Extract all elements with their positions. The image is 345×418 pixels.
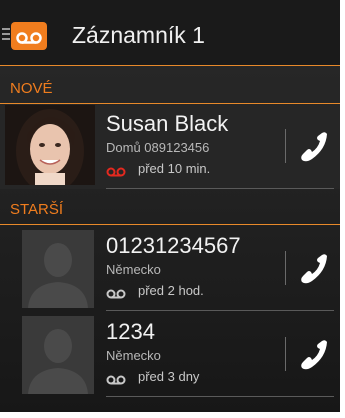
row-divider bbox=[106, 188, 334, 189]
message-time: před 10 min. bbox=[138, 161, 211, 176]
contact-avatar-placeholder bbox=[22, 316, 94, 394]
message-time: před 3 dny bbox=[138, 369, 200, 384]
section-label-older: STARŠÍ bbox=[10, 201, 64, 218]
voicemail-icon bbox=[106, 286, 126, 299]
contact-photo bbox=[5, 105, 95, 185]
message-row[interactable]: 1234 Německo před 3 dny bbox=[0, 313, 340, 397]
contact-name: 01231234567 bbox=[106, 233, 241, 258]
voicemail-screen: Záznamník 1 NOVÉ Susan Black Domů 089123… bbox=[0, 0, 340, 412]
contact-number: Domů 089123456 bbox=[106, 140, 210, 155]
page-title: Záznamník 1 bbox=[72, 22, 205, 48]
row-divider bbox=[106, 396, 334, 397]
voicemail-icon bbox=[106, 164, 126, 177]
section-label-new: NOVÉ bbox=[10, 80, 53, 97]
phone-icon bbox=[301, 254, 327, 284]
message-row[interactable]: Susan Black Domů 089123456 před 10 min. bbox=[0, 105, 340, 189]
divider bbox=[285, 337, 286, 371]
phone-icon bbox=[301, 340, 327, 370]
row-divider bbox=[106, 310, 334, 311]
message-time: před 2 hod. bbox=[138, 283, 204, 298]
contact-name: 1234 bbox=[106, 319, 155, 344]
voicemail-app-icon bbox=[11, 22, 47, 50]
divider bbox=[285, 129, 286, 163]
menu-icon[interactable] bbox=[2, 28, 10, 42]
contact-location: Německo bbox=[106, 348, 161, 363]
contact-avatar-placeholder bbox=[22, 230, 94, 308]
call-button[interactable] bbox=[294, 335, 330, 375]
section-header-new: NOVÉ bbox=[0, 72, 340, 104]
section-header-older: STARŠÍ bbox=[0, 193, 340, 225]
divider bbox=[285, 251, 286, 285]
contact-name: Susan Black bbox=[106, 111, 229, 136]
message-row[interactable]: 01231234567 Německo před 2 hod. bbox=[0, 227, 340, 311]
call-button[interactable] bbox=[294, 249, 330, 289]
app-header: Záznamník 1 bbox=[0, 0, 340, 66]
call-button[interactable] bbox=[294, 127, 330, 167]
voicemail-icon bbox=[106, 372, 126, 385]
phone-icon bbox=[301, 132, 327, 162]
contact-location: Německo bbox=[106, 262, 161, 277]
